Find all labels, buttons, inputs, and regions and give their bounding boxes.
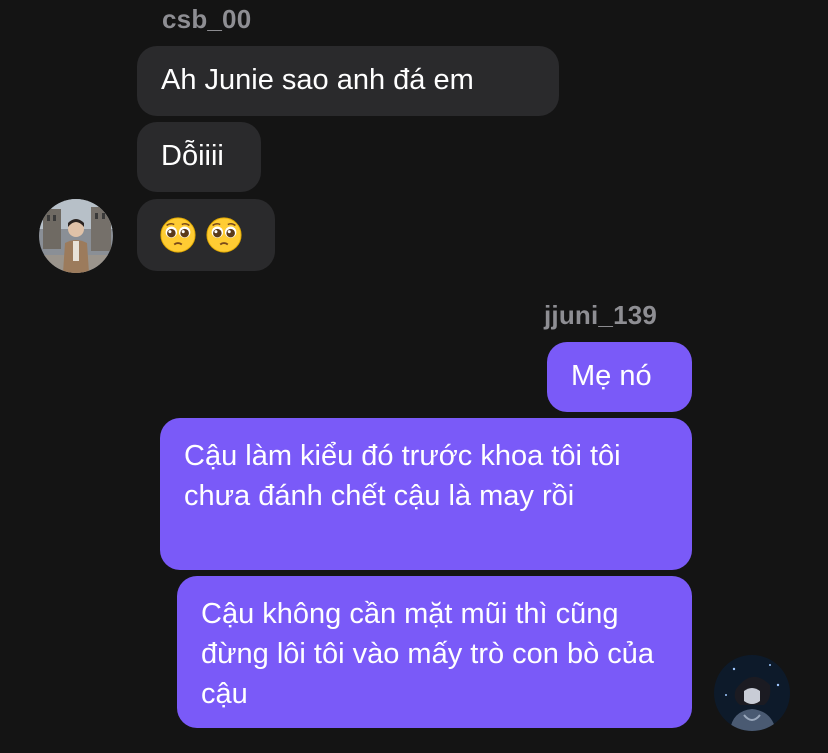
pleading-face-emoji <box>160 217 196 253</box>
message-text: Cậu không cần mặt mũi thì cũng đừng lôi … <box>201 598 655 710</box>
incoming-emoji-bubble[interactable] <box>137 199 275 271</box>
message-text: Cậu làm kiểu đó trước khoa tôi tôi chưa … <box>184 440 621 512</box>
incoming-sender-avatar[interactable] <box>39 199 113 273</box>
outgoing-sender-name: jjuni_139 <box>544 300 658 330</box>
message-text: Mẹ nó <box>571 360 652 392</box>
avatar-photo <box>39 199 113 273</box>
incoming-message-bubble[interactable]: Ah Junie sao anh đá em <box>137 46 559 116</box>
outgoing-message-bubble[interactable]: Cậu làm kiểu đó trước khoa tôi tôi chưa … <box>160 418 692 570</box>
outgoing-message-bubble[interactable]: Mẹ nó <box>547 342 692 412</box>
incoming-message-bubble[interactable]: Dỗiiii <box>137 122 261 192</box>
message-text: Dỗiiii <box>161 140 224 172</box>
avatar-photo <box>714 655 790 731</box>
incoming-sender-name: csb_00 <box>162 4 252 34</box>
pleading-face-emoji <box>206 217 242 253</box>
outgoing-message-bubble[interactable]: Cậu không cần mặt mũi thì cũng đừng lôi … <box>177 576 692 728</box>
outgoing-sender-avatar[interactable] <box>714 655 790 731</box>
message-text: Ah Junie sao anh đá em <box>161 64 474 96</box>
